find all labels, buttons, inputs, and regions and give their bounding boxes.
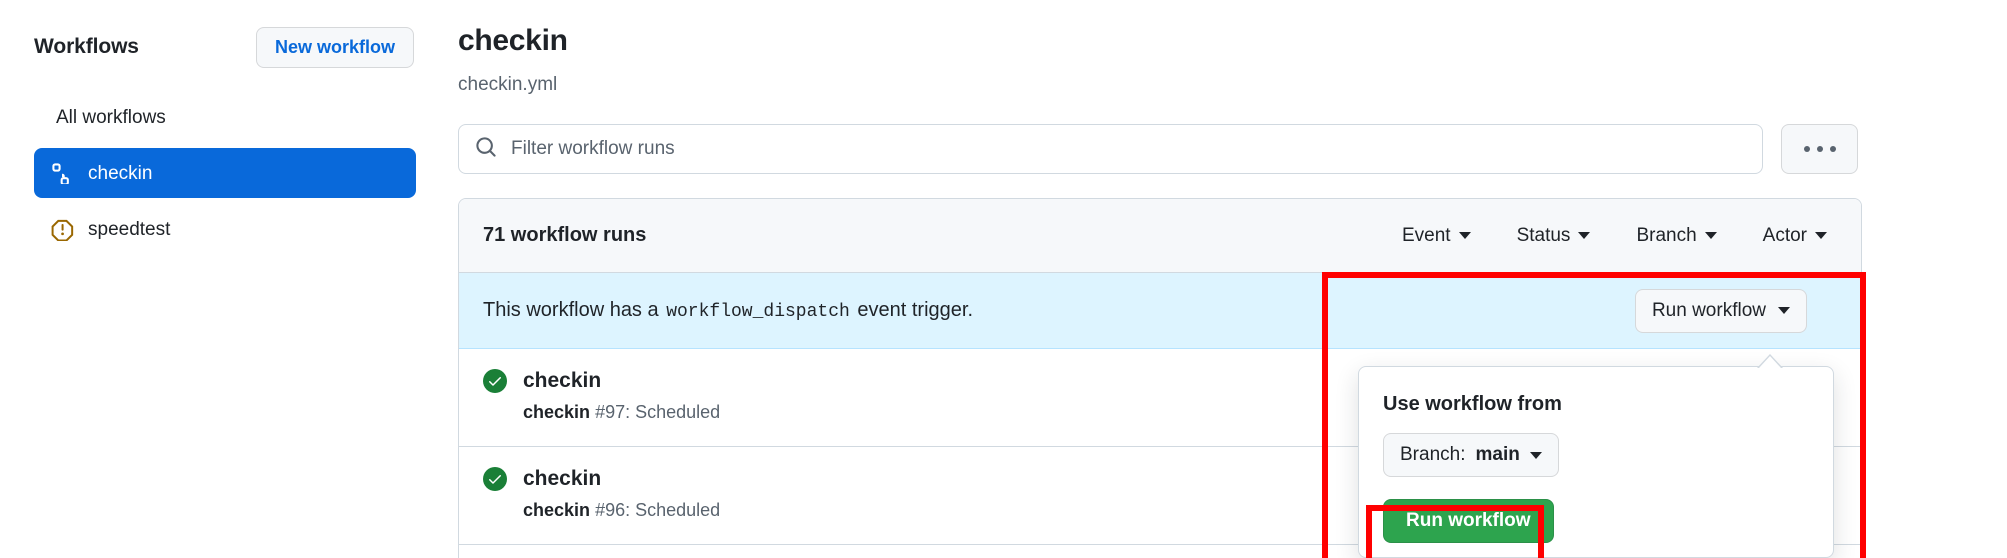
- sidebar-item-speedtest[interactable]: speedtest: [34, 204, 416, 254]
- filter-toolbar: Filter workflow runs: [458, 124, 1858, 174]
- run-meta-workflow: checkin: [523, 402, 591, 422]
- workflow-nav-list: All workflows checkin speedtest: [34, 92, 416, 260]
- filter-status-dropdown[interactable]: Status: [1517, 225, 1591, 247]
- workflow-dispatch-banner: This workflow has a workflow_dispatch ev…: [459, 273, 1861, 349]
- run-workflow-dropdown-label: Run workflow: [1651, 299, 1766, 321]
- run-meta-detail: #97: Scheduled: [595, 402, 721, 422]
- dispatch-text-after: event trigger.: [857, 299, 974, 321]
- sidebar-item-label: checkin: [88, 162, 153, 184]
- run-workflow-dropdown-button[interactable]: Run workflow: [1634, 288, 1807, 333]
- sidebar: Workflows New workflow All workflows che…: [0, 0, 440, 558]
- filter-actor-dropdown[interactable]: Actor: [1763, 225, 1827, 247]
- chevron-down-icon: [1458, 232, 1471, 239]
- run-workflow-submit-button[interactable]: Run workflow: [1383, 499, 1554, 543]
- chevron-down-icon: [1578, 232, 1591, 239]
- page-title: checkin: [458, 24, 568, 57]
- more-options-button[interactable]: [1781, 124, 1858, 174]
- branch-selector-button[interactable]: Branch: main: [1383, 433, 1559, 477]
- sidebar-item-label: All workflows: [56, 106, 166, 128]
- chevron-down-icon: [1815, 232, 1827, 239]
- runs-filter-group: Event Status Branch Actor: [1402, 225, 1837, 247]
- success-check-icon: [483, 467, 507, 491]
- sidebar-item-all-workflows[interactable]: All workflows: [34, 92, 416, 142]
- dispatch-event-code: workflow_dispatch: [666, 302, 850, 322]
- kebab-dot: [1816, 146, 1823, 152]
- search-icon: [475, 136, 497, 163]
- popover-arrow: [1757, 354, 1783, 368]
- kebab-dot: [1829, 146, 1836, 152]
- workflow-runs-page: Workflows New workflow All workflows che…: [0, 0, 2007, 558]
- workflow-file-name: checkin.yml: [458, 74, 558, 95]
- chevron-down-icon: [1704, 232, 1717, 239]
- run-name[interactable]: checkin: [523, 369, 601, 393]
- dispatch-message: This workflow has a workflow_dispatch ev…: [483, 299, 973, 322]
- new-workflow-button[interactable]: New workflow: [255, 26, 414, 68]
- search-input[interactable]: Filter workflow runs: [458, 124, 1764, 174]
- run-workflow-popover: Use workflow from Branch: main Run workf…: [1358, 366, 1834, 558]
- search-placeholder: Filter workflow runs: [511, 138, 675, 159]
- runs-count: 71 workflow runs: [483, 224, 647, 246]
- sidebar-title: Workflows: [34, 35, 139, 58]
- workflow-icon: [50, 161, 74, 185]
- filter-label: Status: [1516, 224, 1571, 246]
- filter-branch-dropdown[interactable]: Branch: [1636, 224, 1717, 247]
- sidebar-item-checkin[interactable]: checkin: [34, 148, 416, 198]
- filter-label: Event: [1401, 224, 1451, 246]
- alert-octagon-icon: [50, 217, 74, 241]
- sidebar-item-label: speedtest: [88, 218, 171, 240]
- kebab-dot: [1803, 146, 1810, 152]
- success-check-icon: [483, 369, 507, 393]
- run-meta-detail: #96: Scheduled: [595, 500, 721, 520]
- filter-label: Actor: [1762, 224, 1807, 246]
- sidebar-header: Workflows New workflow: [34, 26, 414, 68]
- dispatch-text-before: This workflow has a: [483, 299, 659, 321]
- use-workflow-from-label: Use workflow from: [1383, 393, 1562, 415]
- chevron-down-icon: [1529, 451, 1542, 459]
- run-name[interactable]: checkin: [523, 467, 601, 491]
- branch-value-label: main: [1475, 444, 1520, 465]
- runs-header: 71 workflow runs Event Status Branch Act…: [459, 199, 1861, 273]
- branch-prefix-label: Branch:: [1400, 444, 1466, 465]
- filter-event-dropdown[interactable]: Event: [1402, 225, 1471, 247]
- filter-label: Branch: [1636, 224, 1697, 246]
- chevron-down-icon: [1778, 307, 1790, 314]
- run-meta-workflow: checkin: [523, 500, 591, 520]
